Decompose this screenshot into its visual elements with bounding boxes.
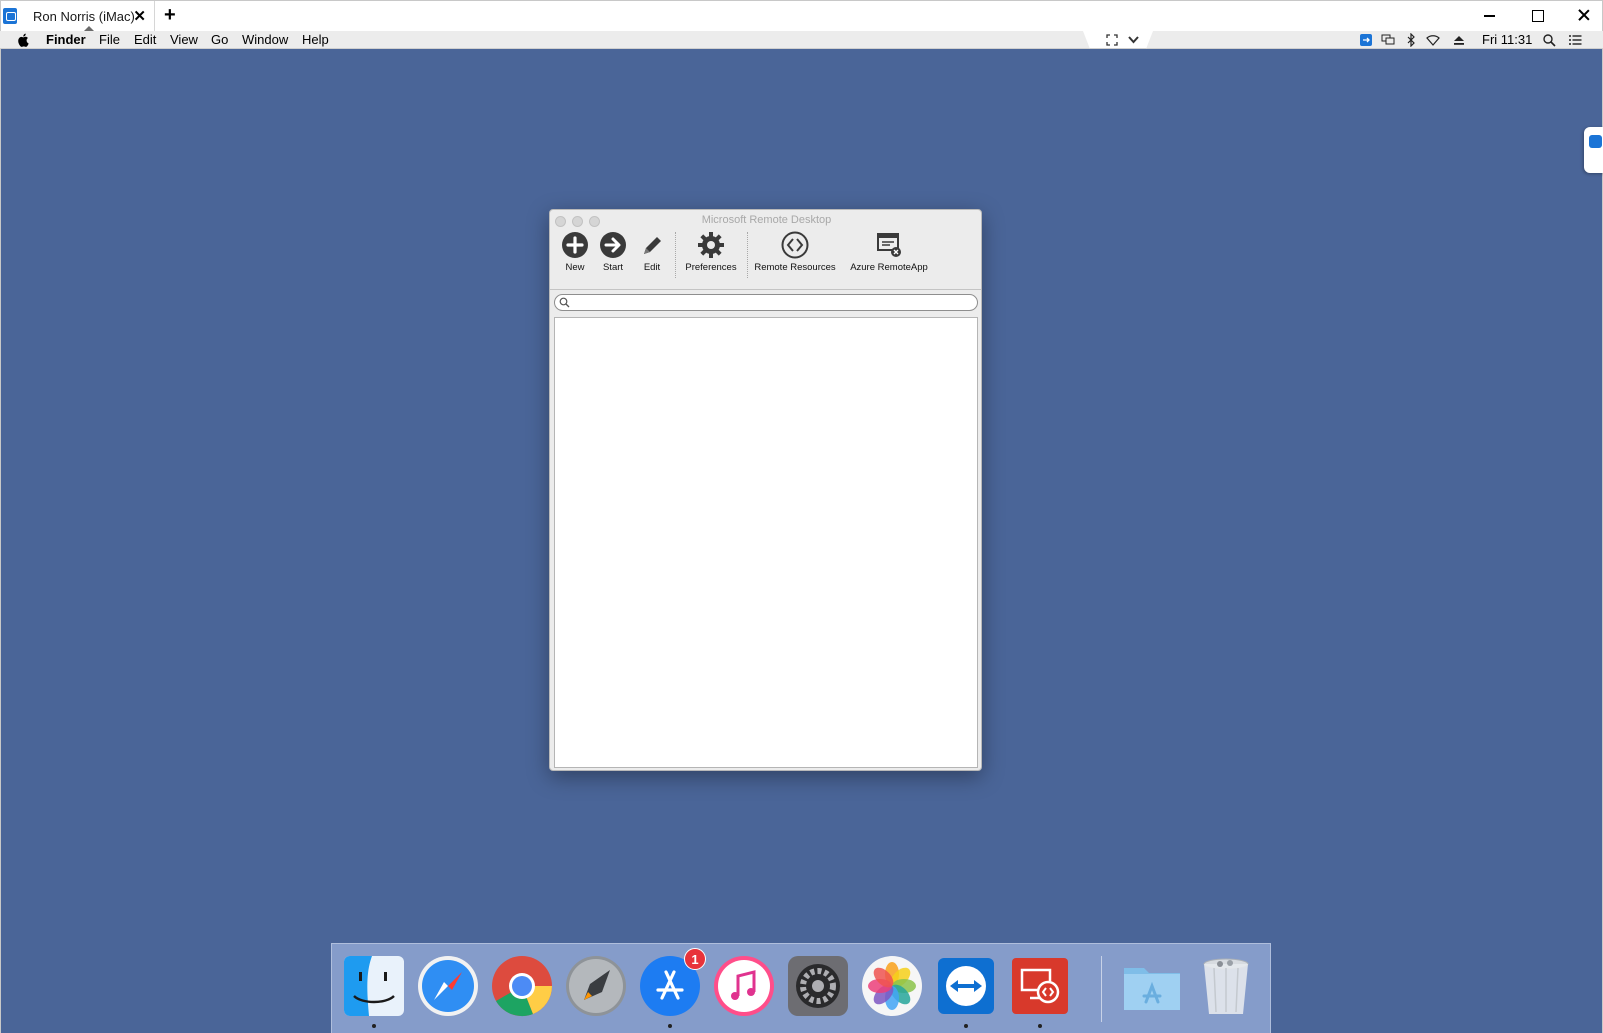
remote-resources-button[interactable]: Remote Resources [753, 230, 837, 273]
dock-microsoft-remote-desktop[interactable] [1008, 954, 1072, 1018]
fullscreen-toggle-icon[interactable] [1106, 34, 1118, 46]
teamviewer-icon [938, 958, 994, 1014]
mac-menu-bar: Finder File Edit View Go Window Help Fri… [0, 31, 1603, 49]
dock-launchpad[interactable] [564, 954, 628, 1018]
wifi-icon[interactable] [1426, 33, 1440, 47]
search-field[interactable] [554, 294, 978, 311]
preferences-label: Preferences [685, 262, 737, 273]
toolbar-separator [747, 232, 748, 278]
running-indicator [372, 1024, 376, 1028]
running-indicator [964, 1024, 968, 1028]
menu-edit[interactable]: Edit [134, 32, 156, 47]
running-indicator [668, 1024, 672, 1028]
menu-help[interactable]: Help [302, 32, 329, 47]
chrome-icon [492, 956, 553, 1017]
trash-icon [1203, 958, 1249, 1014]
dock-teamviewer[interactable] [934, 954, 998, 1018]
teamviewer-icon[interactable] [1359, 33, 1373, 47]
teamviewer-side-panel-tab[interactable] [1584, 127, 1603, 173]
desktop: Microsoft Remote Desktop New Start Edit [0, 49, 1603, 1033]
menu-file[interactable]: File [99, 32, 120, 47]
itunes-icon [714, 956, 774, 1016]
menu-window[interactable]: Window [242, 32, 288, 47]
menu-view[interactable]: View [170, 32, 198, 47]
remote-desktop-window: Microsoft Remote Desktop New Start Edit [549, 209, 982, 771]
dock-applications-folder[interactable] [1120, 954, 1184, 1018]
teamviewer-title-bar: Ron Norris (iMac) ✕ + [0, 0, 1603, 32]
running-indicator [1038, 1024, 1042, 1028]
dock-system-preferences[interactable] [786, 954, 850, 1018]
remote-resources-icon [781, 231, 809, 259]
teamviewer-app-icon [3, 8, 17, 24]
dock: 1 [331, 943, 1271, 1033]
close-tab-icon[interactable]: ✕ [133, 7, 146, 25]
session-tab[interactable]: Ron Norris (iMac) ✕ [19, 1, 155, 32]
photos-icon [862, 956, 922, 1016]
dock-safari[interactable] [416, 954, 480, 1018]
chevron-down-icon[interactable] [1127, 33, 1140, 46]
dock-app-store[interactable]: 1 [638, 948, 706, 1018]
edit-label: Edit [643, 262, 661, 273]
eject-icon[interactable] [1452, 33, 1466, 47]
remote-resources-label: Remote Resources [754, 262, 836, 273]
system-preferences-icon [788, 956, 848, 1016]
preferences-button[interactable]: Preferences [681, 230, 741, 273]
menu-finder[interactable]: Finder [46, 32, 86, 47]
pencil-icon [644, 237, 661, 254]
apple-menu-icon[interactable] [17, 33, 29, 47]
azure-remoteapp-icon [877, 233, 901, 257]
dock-photos[interactable] [860, 954, 924, 1018]
notification-badge: 1 [684, 948, 706, 970]
start-button[interactable]: Start [597, 230, 629, 273]
display-mirror-icon[interactable] [1381, 33, 1395, 47]
launchpad-icon [566, 956, 626, 1016]
add-tab-button[interactable]: + [164, 4, 176, 27]
close-window-button[interactable] [1574, 5, 1594, 25]
search-input[interactable] [573, 295, 973, 310]
azure-remoteapp-button[interactable]: Azure RemoteApp [847, 230, 931, 273]
menu-clock[interactable]: Fri 11:31 [1482, 32, 1532, 47]
applications-folder-icon [1124, 968, 1180, 1010]
toolbar-separator [675, 232, 676, 278]
minimize-button[interactable] [1479, 5, 1499, 25]
connections-list[interactable] [554, 317, 978, 768]
teamviewer-quick-panel [1083, 31, 1153, 49]
azure-remoteapp-label: Azure RemoteApp [850, 262, 928, 273]
start-label: Start [602, 262, 624, 273]
new-label: New [565, 262, 585, 273]
finder-icon [344, 956, 404, 1016]
arrow-right-icon [600, 232, 626, 258]
dock-trash[interactable] [1194, 954, 1258, 1018]
window-title: Microsoft Remote Desktop [701, 214, 832, 226]
notification-center-icon[interactable] [1568, 33, 1582, 47]
bluetooth-icon[interactable] [1404, 33, 1418, 47]
dock-finder[interactable] [342, 954, 406, 1018]
dock-separator [1101, 956, 1102, 1022]
search-icon [559, 297, 570, 308]
menu-go[interactable]: Go [211, 32, 228, 47]
dock-chrome[interactable] [490, 954, 554, 1018]
dock-itunes[interactable] [712, 954, 776, 1018]
safari-icon [418, 956, 478, 1016]
edit-button[interactable]: Edit [636, 230, 668, 273]
session-tab-label: Ron Norris (iMac) [33, 9, 135, 24]
new-button[interactable]: New [559, 230, 591, 273]
spotlight-search-icon[interactable] [1542, 33, 1556, 47]
add-icon [562, 232, 588, 258]
toolbar-divider [550, 289, 981, 290]
maximize-button[interactable] [1527, 5, 1547, 25]
remote-desktop-icon [1012, 958, 1068, 1014]
gear-icon [698, 232, 724, 258]
